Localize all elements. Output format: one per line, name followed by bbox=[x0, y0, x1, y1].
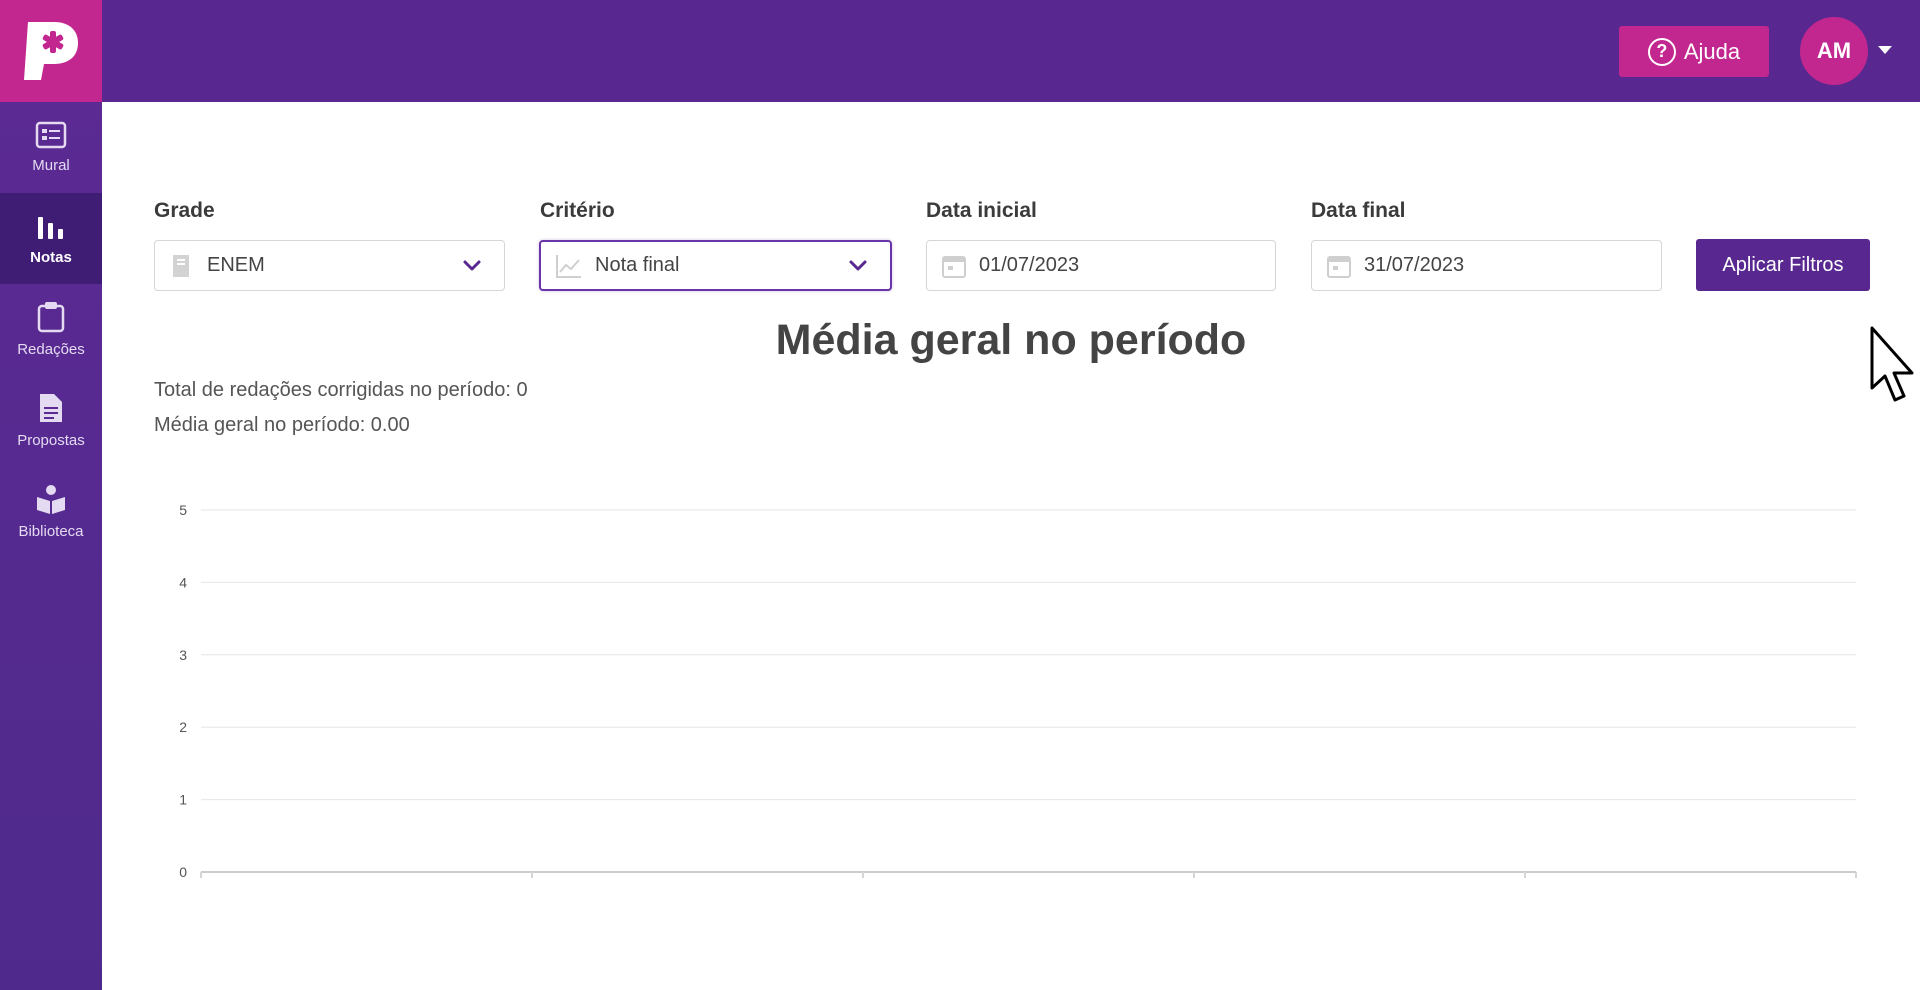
data-final-input[interactable]: 31/07/2023 bbox=[1311, 240, 1662, 291]
sidebar-item-mural[interactable]: Mural bbox=[0, 102, 102, 193]
grade-chart: 0 1 2 3 4 5 bbox=[179, 502, 1857, 880]
apply-filters-button[interactable]: Aplicar Filtros bbox=[1696, 239, 1870, 291]
chevron-down-icon[interactable] bbox=[848, 259, 868, 273]
criterio-select[interactable]: Nota final bbox=[539, 240, 892, 291]
data-final-value: 31/07/2023 bbox=[1364, 254, 1465, 276]
y-tick-label: 3 bbox=[179, 647, 187, 663]
sidebar-item-label: Notas bbox=[30, 249, 72, 266]
bar-chart-icon bbox=[38, 217, 63, 239]
criterio-value: Nota final bbox=[595, 254, 680, 276]
y-tick-label: 4 bbox=[179, 574, 187, 590]
user-avatar[interactable]: AM bbox=[1800, 17, 1868, 85]
sidebar-item-biblioteca[interactable]: Biblioteca bbox=[0, 466, 102, 557]
grade-value: ENEM bbox=[207, 254, 265, 276]
y-tick-label: 1 bbox=[179, 792, 187, 808]
sidebar: Mural Notas Redações Propostas Bibliotec… bbox=[0, 102, 102, 990]
sidebar-item-label: Mural bbox=[32, 157, 70, 174]
media-geral-text: Média geral no período: 0.00 bbox=[154, 414, 410, 436]
app-logo[interactable] bbox=[0, 0, 102, 102]
data-inicial-label: Data inicial bbox=[926, 199, 1037, 222]
logo-icon bbox=[24, 22, 78, 80]
sidebar-item-label: Propostas bbox=[17, 432, 85, 449]
book-reader-icon bbox=[37, 485, 65, 514]
help-button[interactable]: ? Ajuda bbox=[1619, 26, 1769, 77]
y-tick-label: 0 bbox=[179, 864, 187, 880]
clipboard-icon bbox=[37, 302, 65, 333]
document-icon bbox=[40, 394, 62, 422]
chevron-down-icon[interactable] bbox=[462, 259, 482, 273]
book-icon bbox=[169, 252, 195, 280]
caret-down-icon[interactable] bbox=[1878, 46, 1892, 54]
page-title: Média geral no período bbox=[775, 316, 1247, 364]
calendar-icon bbox=[1326, 253, 1352, 279]
total-corrigidas-text: Total de redações corrigidas no período:… bbox=[154, 379, 528, 401]
calendar-icon bbox=[941, 253, 967, 279]
question-circle-icon: ? bbox=[1647, 37, 1676, 66]
sidebar-item-label: Biblioteca bbox=[18, 523, 84, 540]
top-bar: ? Ajuda AM bbox=[0, 0, 1920, 102]
data-final-label: Data final bbox=[1311, 199, 1406, 222]
y-tick-label: 2 bbox=[179, 719, 187, 735]
line-chart-icon bbox=[555, 253, 583, 279]
sidebar-item-redacoes[interactable]: Redações bbox=[0, 284, 102, 375]
y-tick-label: 5 bbox=[179, 502, 187, 518]
data-inicial-input[interactable]: 01/07/2023 bbox=[926, 240, 1276, 291]
board-icon bbox=[35, 121, 67, 149]
data-inicial-value: 01/07/2023 bbox=[979, 254, 1080, 276]
grade-label: Grade bbox=[154, 199, 215, 222]
sidebar-item-label: Redações bbox=[17, 341, 85, 358]
help-button-label: Ajuda bbox=[1683, 38, 1741, 64]
sidebar-item-notas[interactable]: Notas bbox=[0, 193, 102, 284]
sidebar-item-propostas[interactable]: Propostas bbox=[0, 375, 102, 466]
grade-select[interactable]: ENEM bbox=[154, 240, 505, 291]
criterio-label: Critério bbox=[540, 199, 615, 222]
mouse-cursor-icon bbox=[1870, 326, 1914, 402]
